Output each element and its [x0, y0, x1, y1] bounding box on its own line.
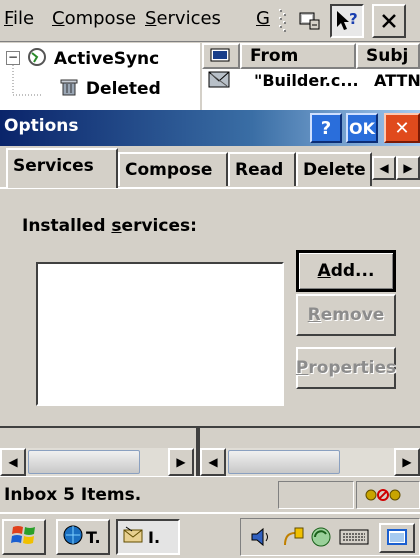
tab-scroll-left-icon[interactable]: ◀	[372, 156, 396, 180]
status-text: Inbox 5 Items.	[4, 485, 142, 505]
tab-scroller: ◀ ▶	[372, 156, 420, 180]
column-subject-header[interactable]: Subj	[356, 43, 420, 69]
menu-file[interactable]: File	[4, 8, 34, 29]
folder-tree: − ActiveSync Deleted	[0, 43, 200, 110]
installed-services-list[interactable]	[36, 262, 284, 406]
menu-bar: File Compose Services G ?	[0, 0, 420, 42]
network-icon	[62, 524, 84, 550]
dialog-bottom-edge	[0, 426, 420, 428]
scroll-left-icon[interactable]: ◀	[0, 448, 26, 476]
sync-icon	[26, 47, 48, 72]
message-icon	[208, 71, 232, 93]
keyboard-icon[interactable]	[339, 527, 369, 551]
menu-truncated[interactable]: G	[256, 8, 270, 29]
collapse-box-icon[interactable]: −	[6, 51, 20, 65]
connection-status-icon	[363, 484, 403, 510]
tab-scroll-right-icon[interactable]: ▶	[396, 156, 420, 180]
tab-compose[interactable]: Compose	[118, 152, 228, 186]
speaker-icon[interactable]	[249, 525, 275, 553]
status-pane-icons	[356, 481, 420, 509]
tree-item-deleted[interactable]: Deleted	[58, 77, 161, 102]
column-from-header[interactable]: From	[240, 43, 356, 69]
message-from[interactable]: "Builder.c...	[254, 71, 359, 90]
sync-tray-icon[interactable]	[309, 525, 335, 553]
usb-plug-icon[interactable]	[281, 525, 307, 553]
add-button[interactable]: Add...	[296, 250, 396, 292]
desktop-icon[interactable]	[379, 523, 415, 553]
message-row-icon[interactable]	[208, 71, 232, 93]
help-button[interactable]: ?	[310, 113, 342, 143]
task-button-t[interactable]: T.	[56, 519, 110, 555]
tab-delete[interactable]: Delete	[296, 152, 372, 186]
envelope-icon	[210, 48, 230, 67]
status-bar: Inbox 5 Items.	[0, 476, 420, 512]
scroll-right-icon[interactable]: ▶	[394, 448, 420, 476]
dialog-title-bar: Options ? OK ✕	[0, 110, 420, 146]
system-tray	[240, 518, 420, 556]
status-pane	[278, 481, 354, 509]
scroll-right-icon[interactable]: ▶	[168, 448, 194, 476]
dialog-title: Options	[4, 116, 79, 136]
message-list: From Subj "Builder.c... ATTN	[202, 43, 420, 110]
inbox-icon	[122, 524, 146, 550]
scroll-left-icon[interactable]: ◀	[200, 448, 226, 476]
ok-button[interactable]: OK	[346, 113, 378, 143]
tab-read[interactable]: Read	[228, 152, 296, 186]
close-button[interactable]: ✕	[384, 113, 420, 143]
column-icon-header[interactable]	[202, 43, 240, 69]
task-button-inbox[interactable]: I.	[116, 519, 180, 555]
installed-services-label: Installed services:	[22, 216, 197, 236]
close-icon[interactable]	[372, 4, 406, 38]
trash-icon	[58, 77, 80, 102]
menu-compose[interactable]: Compose	[52, 8, 136, 29]
svg-text:?: ?	[349, 10, 358, 28]
scroll-thumb[interactable]	[228, 450, 340, 474]
tree-item-activesync[interactable]: ActiveSync	[26, 47, 159, 72]
tree-horizontal-scrollbar[interactable]: ◀ ▶	[0, 448, 196, 476]
windows-logo-icon	[11, 523, 37, 551]
start-button[interactable]	[2, 519, 46, 555]
tab-services[interactable]: Services	[6, 148, 118, 188]
grip-icon	[276, 4, 290, 38]
taskbar: T. I.	[0, 512, 420, 558]
help-pointer-icon[interactable]: ?	[330, 4, 364, 38]
message-subject[interactable]: ATTN	[374, 71, 420, 90]
remove-button[interactable]: Remove	[296, 294, 396, 336]
menu-services[interactable]: Services	[145, 8, 221, 29]
list-horizontal-scrollbar[interactable]: ◀ ▶	[200, 448, 420, 476]
properties-button[interactable]: Properties	[296, 347, 396, 389]
scroll-thumb[interactable]	[28, 450, 140, 474]
dialup-icon[interactable]	[292, 4, 326, 38]
